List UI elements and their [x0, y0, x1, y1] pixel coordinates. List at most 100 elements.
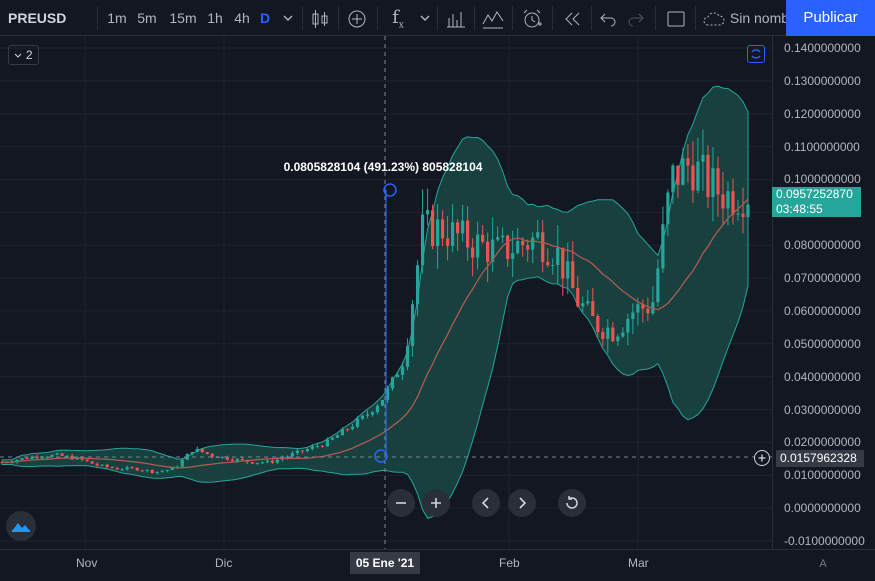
plus-circle-icon	[348, 10, 366, 28]
candle-body	[566, 261, 570, 279]
candle-body	[461, 220, 465, 234]
candle-body	[295, 450, 299, 454]
last-price-tag: 0.0957252870 03:48:55	[772, 187, 861, 217]
interval-d[interactable]: D	[258, 0, 272, 36]
symbol-name[interactable]: PREUSD	[8, 0, 66, 36]
indicator-legend-toggle[interactable]: 2	[8, 45, 39, 65]
candle-body	[145, 469, 149, 471]
candle-body	[466, 220, 470, 248]
price-tick-label: 0.1200000000	[784, 106, 861, 121]
candle-body	[596, 315, 600, 333]
toolbar-divider	[695, 6, 696, 30]
candle-body	[150, 469, 154, 473]
candle-body	[315, 446, 320, 448]
candle-body	[320, 446, 325, 448]
rewind-icon	[565, 12, 580, 26]
candle-body	[100, 464, 104, 466]
bar-chart-icon	[447, 12, 465, 28]
interval-5m[interactable]: 5m	[136, 0, 158, 36]
candle-body	[60, 453, 64, 456]
price-chart[interactable]: 0.0805828104 (491.23%) 805828104	[0, 36, 772, 549]
candle-body	[365, 414, 370, 416]
candle-body	[170, 467, 174, 470]
candle-body	[290, 453, 294, 457]
candle-body	[110, 467, 114, 469]
candle-type-button[interactable]	[308, 0, 332, 36]
interval-4h[interactable]: 4h	[232, 0, 252, 36]
time-tick-mar: Mar	[628, 556, 649, 570]
auto-scale-button[interactable]	[747, 45, 765, 63]
candle-body	[741, 213, 745, 217]
chevron-down-icon	[420, 15, 430, 21]
logo-button[interactable]	[6, 511, 36, 541]
replay-button[interactable]	[560, 0, 584, 36]
candle-body	[250, 462, 254, 464]
price-tick-label: 0.0000000000	[784, 501, 861, 516]
redo-icon	[628, 13, 644, 27]
alert-button[interactable]	[519, 0, 545, 36]
toolbar-divider	[591, 6, 592, 30]
reset-icon	[566, 495, 578, 509]
cloud-icon	[703, 12, 725, 26]
toolbar-divider	[512, 6, 513, 30]
undo-button[interactable]	[597, 0, 619, 36]
candle-body	[736, 213, 740, 215]
redo-button[interactable]	[625, 0, 647, 36]
auto-scale-mode-button[interactable]: A	[815, 556, 831, 572]
candle-body	[606, 327, 610, 339]
zoom-out-button[interactable]	[387, 489, 415, 517]
candle-body	[696, 161, 700, 191]
candle-body	[451, 222, 455, 246]
candle-body	[360, 415, 365, 419]
mountain-logo-icon	[12, 523, 30, 532]
indicators-dropdown[interactable]	[418, 0, 432, 36]
last-price-value: 0.0957252870	[776, 187, 853, 201]
candle-body	[190, 451, 194, 454]
candle-body	[716, 168, 720, 195]
publish-button[interactable]: Publicar	[786, 0, 875, 36]
candle-body	[636, 304, 640, 313]
price-tick-label: 0.1000000000	[784, 172, 861, 187]
candle-body	[646, 308, 650, 314]
toolbar-divider	[97, 6, 98, 30]
interval-dropdown[interactable]	[281, 0, 295, 36]
save-layout-button[interactable]: Sin nomb	[702, 0, 786, 36]
interval-1h[interactable]: 1h	[205, 0, 225, 36]
candle-body	[621, 332, 625, 337]
candle-body	[85, 459, 89, 462]
candle-body	[325, 439, 330, 447]
scroll-left-button[interactable]	[472, 489, 500, 517]
candle-body	[140, 470, 144, 472]
time-axis[interactable]	[0, 549, 875, 581]
candle-body	[516, 240, 520, 254]
reset-chart-button[interactable]	[558, 489, 586, 517]
candle-body	[561, 247, 565, 279]
candle-body	[486, 241, 490, 262]
zoom-in-button[interactable]	[422, 489, 450, 517]
add-alert-button[interactable]	[754, 450, 770, 466]
interval-1m[interactable]: 1m	[106, 0, 128, 36]
candle-body	[240, 458, 244, 460]
toolbar-divider	[437, 6, 438, 30]
toolbar-divider	[338, 6, 339, 30]
candle-body	[711, 168, 715, 198]
indicators-button[interactable]: fx	[386, 0, 410, 36]
compare-button[interactable]	[345, 0, 369, 36]
templates-button[interactable]	[481, 0, 505, 36]
candle-body	[55, 453, 59, 455]
candle-body	[425, 210, 430, 215]
candle-body	[305, 448, 310, 452]
fullscreen-button[interactable]	[664, 0, 688, 36]
candle-body	[270, 460, 274, 463]
candle-body	[471, 247, 475, 258]
candle-body	[210, 453, 214, 457]
interval-15m[interactable]: 15m	[168, 0, 198, 36]
candle-body	[546, 262, 550, 266]
financials-button[interactable]	[444, 0, 468, 36]
candle-body	[370, 412, 375, 415]
candle-body	[581, 303, 585, 307]
scroll-right-button[interactable]	[508, 489, 536, 517]
candle-body	[375, 405, 380, 413]
candle-body	[340, 429, 345, 436]
candle-body	[135, 467, 139, 471]
